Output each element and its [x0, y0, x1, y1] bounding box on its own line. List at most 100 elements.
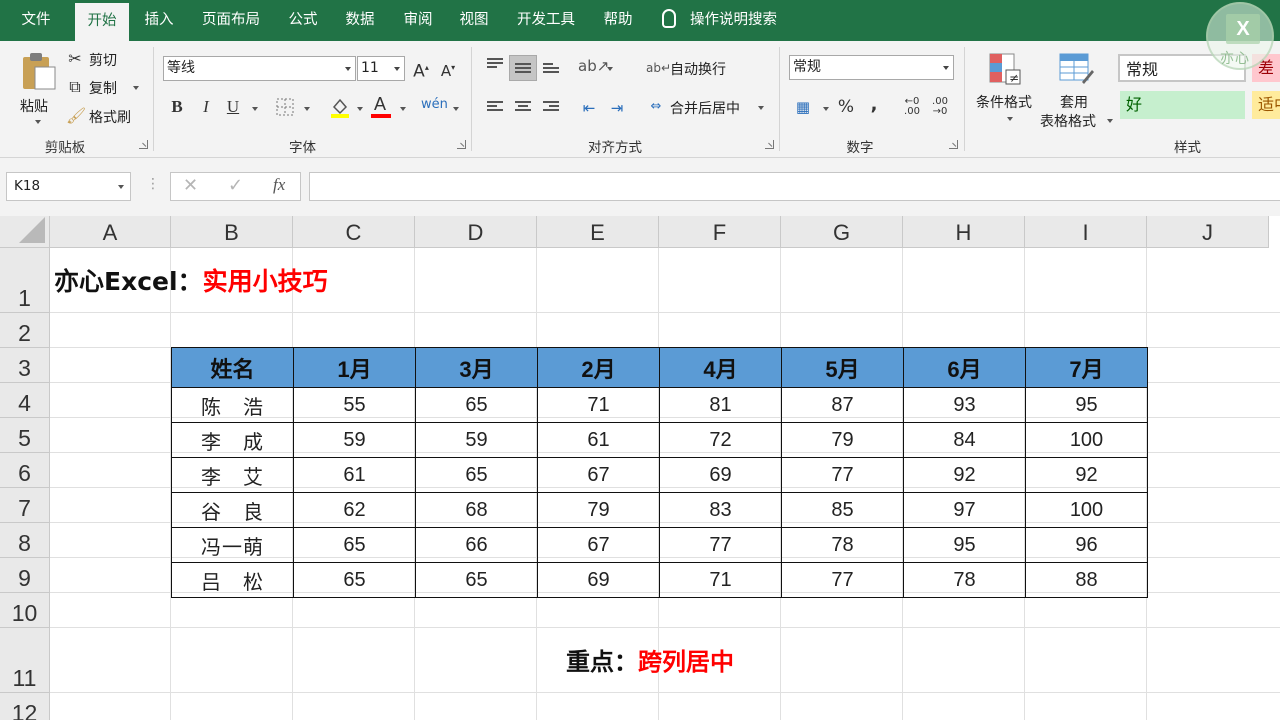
score-cell[interactable]: 100	[1025, 422, 1148, 458]
tab-view[interactable]: 视图	[449, 0, 499, 41]
score-cell[interactable]: 69	[659, 457, 782, 493]
score-cell[interactable]: 59	[415, 422, 538, 458]
column-header-c[interactable]: C	[293, 216, 415, 248]
font-size-select[interactable]: 11	[357, 56, 405, 81]
row-header-10[interactable]: 10	[0, 593, 50, 628]
row-header-5[interactable]: 5	[0, 418, 50, 453]
row-header-9[interactable]: 9	[0, 558, 50, 593]
decrease-indent-icon[interactable]: ⇤	[578, 97, 600, 119]
header-month[interactable]: 6月	[903, 347, 1026, 388]
cancel-icon[interactable]: ✕	[183, 175, 198, 196]
align-middle-button[interactable]	[509, 55, 537, 81]
score-cell[interactable]: 59	[293, 422, 416, 458]
orientation-icon[interactable]: ab↗	[578, 55, 609, 77]
header-month[interactable]: 4月	[659, 347, 782, 388]
select-all-button[interactable]	[0, 216, 50, 248]
conditional-formatting-button[interactable]: ≠ 条件格式	[974, 51, 1038, 135]
clipboard-launcher-icon[interactable]	[139, 140, 148, 149]
score-cell[interactable]: 67	[537, 457, 660, 493]
orientation-dropdown-icon[interactable]	[607, 67, 613, 71]
score-cell[interactable]: 72	[659, 422, 782, 458]
score-cell[interactable]: 55	[293, 387, 416, 423]
score-cell[interactable]: 92	[1025, 457, 1148, 493]
header-month[interactable]: 5月	[781, 347, 904, 388]
align-bottom-icon[interactable]	[543, 63, 559, 75]
score-cell[interactable]: 95	[1025, 387, 1148, 423]
student-name-cell[interactable]: 陈 浩	[171, 387, 294, 423]
fill-color-icon[interactable]	[329, 96, 351, 118]
header-name[interactable]: 姓名	[171, 347, 294, 388]
score-cell[interactable]: 66	[415, 527, 538, 563]
phonetic-dropdown-icon[interactable]	[453, 107, 459, 111]
score-cell[interactable]: 95	[903, 527, 1026, 563]
style-neutral[interactable]: 适中	[1252, 91, 1280, 119]
tell-me-search[interactable]: 操作说明搜索	[662, 0, 777, 41]
score-cell[interactable]: 81	[659, 387, 782, 423]
tab-file[interactable]: 文件	[8, 0, 64, 41]
row-header-11[interactable]: 11	[0, 628, 50, 693]
name-box[interactable]: K18	[6, 172, 131, 201]
underline-button[interactable]: U	[223, 96, 243, 118]
column-header-i[interactable]: I	[1025, 216, 1147, 248]
merge-center-button[interactable]: ⇔ 合并后居中	[646, 96, 768, 118]
font-launcher-icon[interactable]	[457, 140, 466, 149]
font-name-select[interactable]: 等线	[163, 56, 356, 81]
header-month[interactable]: 2月	[537, 347, 660, 388]
student-name-cell[interactable]: 谷 良	[171, 492, 294, 528]
score-cell[interactable]: 65	[415, 457, 538, 493]
score-cell[interactable]: 77	[781, 457, 904, 493]
header-month[interactable]: 7月	[1025, 347, 1148, 388]
tab-data[interactable]: 数据	[335, 0, 385, 41]
font-color-icon[interactable]: A	[371, 94, 391, 120]
score-cell[interactable]: 62	[293, 492, 416, 528]
comma-style-button[interactable]: ,	[864, 94, 884, 116]
score-cell[interactable]: 68	[415, 492, 538, 528]
header-month[interactable]: 3月	[415, 347, 538, 388]
score-cell[interactable]: 79	[537, 492, 660, 528]
score-cell[interactable]: 100	[1025, 492, 1148, 528]
score-cell[interactable]: 78	[781, 527, 904, 563]
student-name-cell[interactable]: 李 成	[171, 422, 294, 458]
formula-input[interactable]	[309, 172, 1280, 201]
column-header-g[interactable]: G	[781, 216, 903, 248]
score-cell[interactable]: 79	[781, 422, 904, 458]
score-cell[interactable]: 71	[659, 562, 782, 598]
borders-icon[interactable]	[276, 98, 294, 116]
score-cell[interactable]: 85	[781, 492, 904, 528]
row-header-2[interactable]: 2	[0, 313, 50, 348]
score-cell[interactable]: 93	[903, 387, 1026, 423]
score-cell[interactable]: 87	[781, 387, 904, 423]
score-cell[interactable]: 65	[415, 562, 538, 598]
percent-style-button[interactable]: %	[836, 96, 856, 118]
alignment-launcher-icon[interactable]	[765, 140, 774, 149]
score-cell[interactable]: 65	[293, 562, 416, 598]
increase-decimal-icon[interactable]: ←0.00	[901, 97, 923, 117]
score-cell[interactable]: 71	[537, 387, 660, 423]
row-header-7[interactable]: 7	[0, 488, 50, 523]
align-right-icon[interactable]	[543, 101, 559, 113]
italic-button[interactable]: I	[196, 96, 216, 118]
bold-button[interactable]: B	[167, 96, 187, 118]
column-header-j[interactable]: J	[1147, 216, 1269, 248]
borders-dropdown-icon[interactable]	[304, 107, 310, 111]
column-header-h[interactable]: H	[903, 216, 1025, 248]
column-header-f[interactable]: F	[659, 216, 781, 248]
tab-page-layout[interactable]: 页面布局	[193, 0, 269, 41]
score-cell[interactable]: 77	[659, 527, 782, 563]
score-cell[interactable]: 61	[293, 457, 416, 493]
row-header-4[interactable]: 4	[0, 383, 50, 418]
tab-home[interactable]: 开始	[75, 3, 129, 41]
score-cell[interactable]: 88	[1025, 562, 1148, 598]
column-header-d[interactable]: D	[415, 216, 537, 248]
format-as-table-button[interactable]: 套用 表格格式	[1040, 51, 1114, 135]
paste-button[interactable]: 粘贴	[16, 49, 58, 131]
score-cell[interactable]: 84	[903, 422, 1026, 458]
score-cell[interactable]: 69	[537, 562, 660, 598]
row-header-12[interactable]: 12	[0, 693, 50, 720]
score-cell[interactable]: 96	[1025, 527, 1148, 563]
header-month[interactable]: 1月	[293, 347, 416, 388]
tab-developer[interactable]: 开发工具	[507, 0, 585, 41]
tab-help[interactable]: 帮助	[593, 0, 643, 41]
accounting-format-icon[interactable]: ▦	[792, 96, 814, 118]
score-cell[interactable]: 67	[537, 527, 660, 563]
